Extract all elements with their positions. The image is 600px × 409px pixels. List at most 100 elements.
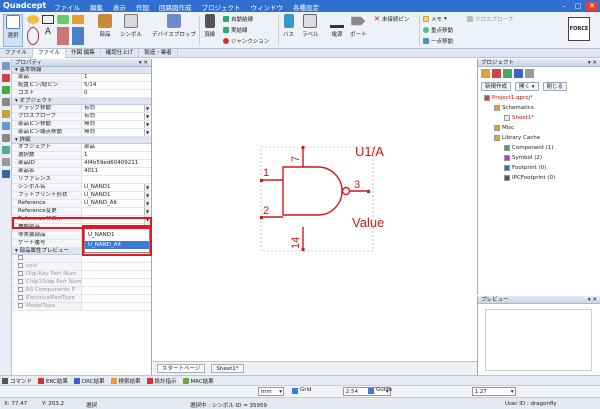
menu-view[interactable]: 表示 (113, 2, 126, 12)
tree-node[interactable]: IPCFootprint (0) (480, 173, 600, 183)
menu-file[interactable]: ファイル (54, 2, 80, 12)
property-row[interactable]: クロスプローブ 有効 ▼ (12, 113, 151, 121)
select-button[interactable]: 選択 (3, 14, 23, 47)
property-row[interactable]: 選択数 1 (12, 152, 151, 160)
property-section[interactable]: ▾ オブジェクト (12, 98, 151, 105)
property-value[interactable]: 1 (82, 152, 151, 159)
menu-schematic[interactable]: 回路図作成 (159, 2, 192, 12)
property-value[interactable] (82, 176, 151, 183)
layer-icon[interactable] (2, 170, 10, 178)
property-row[interactable]: シンボル名 U_NAND1 ▼ (12, 184, 151, 192)
draw-arc-icon[interactable] (72, 15, 84, 24)
tab-sheet1[interactable]: Sheet1* (211, 364, 244, 373)
checkbox[interactable] (18, 279, 23, 284)
property-row[interactable]: 部品ピン端点移動 無効 ▼ (12, 129, 151, 137)
menu-edit[interactable]: 編集 (90, 2, 103, 12)
property-row[interactable]: 部品名 4011 (12, 168, 151, 176)
dropdown-arrow-icon[interactable]: ▼ (144, 113, 150, 120)
property-value[interactable]: ▼ (82, 216, 151, 223)
property-row[interactable]: ドラッグ移動 有効 ▼ (12, 105, 151, 113)
guide-select[interactable]: 1.27 ▾ (471, 387, 516, 396)
dropdown-arrow-icon[interactable]: ▼ (144, 216, 150, 223)
search-icon[interactable] (2, 122, 10, 130)
tab-file[interactable]: ファイル (0, 49, 34, 58)
zoom-in-icon[interactable] (2, 62, 10, 70)
grid-checkbox[interactable] (292, 388, 298, 394)
one-point-move-button[interactable]: 一点移動 (423, 37, 453, 45)
minimize-icon[interactable]: – (558, 1, 570, 11)
unit-select[interactable]: mm ▾ (258, 387, 284, 396)
menu-draw[interactable]: 作図 (136, 2, 149, 12)
tab-drc[interactable]: DRC結果 (73, 377, 105, 385)
property-row[interactable]: Reference U_NAND_Alt ▼ (12, 200, 151, 208)
property-value[interactable] (82, 279, 151, 286)
property-row[interactable]: オブジェクト 部品 (12, 144, 151, 152)
property-value[interactable]: 5/14 (82, 82, 151, 89)
tab-search[interactable]: 検索結果 (110, 377, 141, 385)
pin-icon[interactable]: ▾ ✕ (588, 296, 597, 304)
tree-node[interactable]: Project1.qproj* (480, 93, 600, 103)
property-row[interactable]: 部品ID 4f4b59ed60409211 (12, 160, 151, 168)
checkbox[interactable] (18, 271, 23, 276)
tree-node[interactable]: Misc (480, 123, 600, 133)
folder-icon[interactable] (481, 69, 490, 78)
checkbox[interactable] (18, 263, 23, 268)
property-value[interactable] (82, 263, 151, 270)
property-row[interactable]: ElectricalPartType (12, 295, 151, 303)
pin-icon[interactable]: ▾ ✕ (588, 59, 597, 67)
property-value[interactable]: 部品 (82, 144, 151, 151)
dropdown-arrow-icon[interactable]: ▼ (144, 121, 150, 128)
property-row[interactable]: Reference非表示 ▼ (12, 216, 151, 224)
undo-icon[interactable] (2, 74, 10, 82)
schematic-svg[interactable]: 1 2 3 7 14 U1/A Value (153, 59, 477, 361)
dropdown-arrow-icon[interactable]: ▼ (144, 184, 150, 191)
tree-node[interactable]: Schematics (480, 103, 600, 113)
ref-designator[interactable]: U1/A (355, 144, 384, 159)
menu-settings[interactable]: 各種設定 (293, 2, 319, 12)
bus-button[interactable]: バス (283, 14, 294, 38)
property-value[interactable]: 4011 (82, 168, 151, 175)
property-row[interactable]: ModelType (12, 303, 151, 311)
dropdown-arrow-icon[interactable]: ▼ (144, 192, 150, 199)
property-value[interactable]: 4f4b59ed60409211 (82, 160, 151, 167)
property-value[interactable]: 無効 ▼ (82, 129, 151, 136)
dropdown-arrow-icon[interactable]: ▼ (144, 129, 150, 136)
tab-file-2[interactable]: ファイル (33, 49, 67, 58)
property-value[interactable]: U_NAND1 ▼ (82, 192, 151, 199)
property-value[interactable] (82, 295, 151, 302)
schematic-canvas[interactable]: 1 2 3 7 14 U1/A Value (153, 59, 477, 361)
close-icon[interactable]: ✕ (586, 1, 598, 11)
tree-node[interactable]: Footprint (0) (480, 163, 600, 173)
tab-manufacture[interactable]: 製造・業者 (139, 49, 178, 58)
checkbox[interactable] (18, 255, 23, 260)
dropdown-arrow-icon[interactable]: ▼ (144, 105, 150, 112)
draw-rect-icon[interactable] (57, 15, 69, 24)
port-button[interactable]: ポート (350, 14, 367, 38)
checkbox[interactable] (18, 287, 23, 292)
parts-button[interactable]: 部品 (98, 14, 112, 38)
open-button[interactable]: 開く ▾ (515, 82, 539, 91)
junction-button[interactable]: ジャンクション (223, 37, 269, 45)
property-section[interactable]: ▾ 詳細 (12, 137, 151, 144)
tab-start-page[interactable]: スタートページ (157, 364, 206, 373)
tab-mrc[interactable]: MRC結果 (182, 377, 214, 385)
draw-polygon-icon[interactable] (57, 27, 69, 45)
draw-ellipse-icon[interactable] (27, 27, 39, 45)
property-row[interactable]: 配置ピン/総ピン 5/14 (12, 82, 151, 90)
draw-line-icon[interactable] (42, 15, 54, 24)
symbol-name-dropdown[interactable]: U_NAND1 U_NAND_Alt (84, 228, 150, 253)
save-icon[interactable] (514, 69, 523, 78)
label-button[interactable]: ラベル (302, 14, 319, 38)
book-icon[interactable] (492, 69, 501, 78)
property-value[interactable] (82, 303, 151, 310)
property-value[interactable]: U_NAND1 ▼ (82, 184, 151, 191)
auto-wire-button[interactable]: 自動結線 (223, 15, 253, 23)
dropdown-arrow-icon[interactable]: ▼ (144, 208, 150, 215)
property-value[interactable]: U_NAND_Alt ▼ (82, 200, 151, 207)
property-value[interactable]: 有効 ▼ (82, 113, 151, 120)
property-value[interactable]: 0 (82, 90, 151, 97)
tree-node[interactable]: Library Cache (480, 133, 600, 143)
copy-icon[interactable] (2, 98, 10, 106)
force-button[interactable]: FORCE (568, 17, 590, 41)
redo-icon[interactable] (2, 86, 10, 94)
